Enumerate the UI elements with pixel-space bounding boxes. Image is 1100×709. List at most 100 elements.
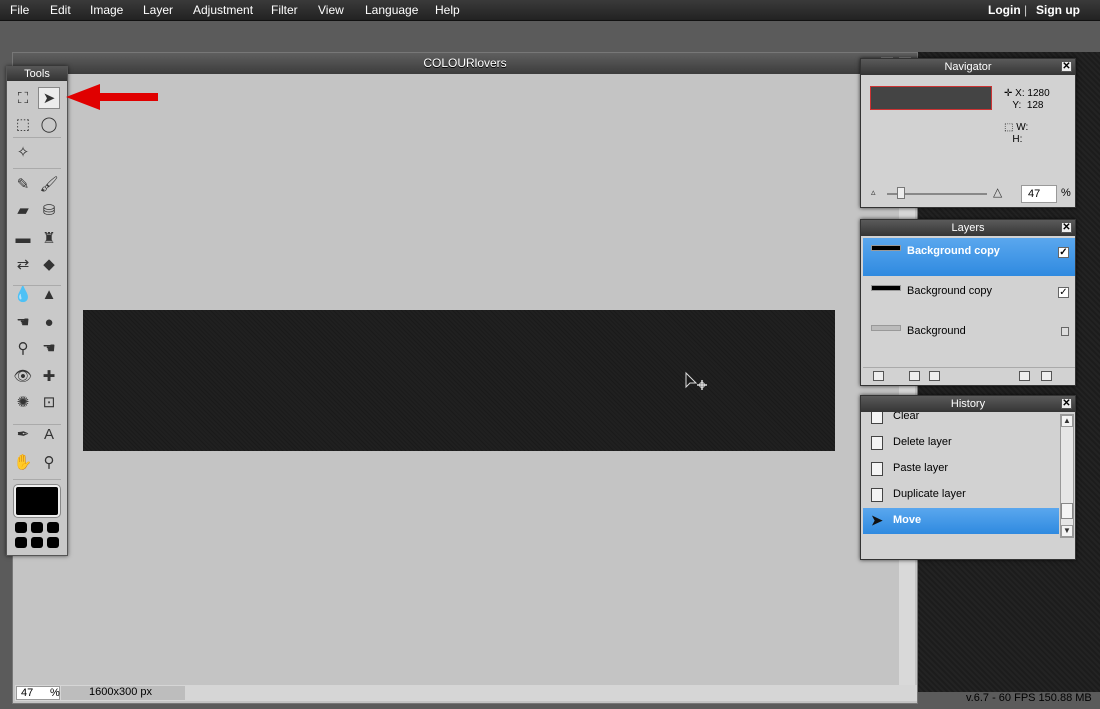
status-bar: 47 % 1600x300 px	[15, 685, 917, 701]
tool-divider	[13, 479, 61, 480]
smudge-icon[interactable]: ☚	[12, 311, 34, 333]
type-icon[interactable]: A	[38, 423, 60, 445]
palette-dot[interactable]	[31, 537, 43, 548]
palette-dot[interactable]	[47, 537, 59, 548]
clone-stamp-icon[interactable]: ♜	[38, 227, 60, 249]
login-link[interactable]: Login	[988, 3, 1021, 17]
history-item[interactable]: Paste layer	[863, 456, 1059, 482]
layer-thumbnail	[871, 285, 901, 291]
x-label: X:	[1015, 88, 1025, 99]
bloat-icon[interactable]: ✺	[12, 391, 34, 413]
zoom-input[interactable]: 47 %	[16, 686, 60, 700]
history-title: History	[950, 398, 986, 410]
zoom-icon[interactable]: ⚲	[38, 451, 60, 473]
menu-edit[interactable]: Edit	[50, 3, 71, 17]
history-item-selected[interactable]: ➤ Move	[863, 508, 1059, 534]
burn-icon[interactable]: ⚲	[12, 337, 34, 359]
tool-divider	[13, 285, 61, 286]
menu-filter[interactable]: Filter	[271, 3, 298, 17]
layer-row[interactable]: Background copy ✓	[863, 238, 1075, 276]
layer-name: Background	[907, 325, 966, 337]
canvas-area[interactable]	[15, 75, 901, 687]
image-content[interactable]	[83, 310, 835, 451]
layer-style-icon[interactable]	[929, 371, 940, 381]
signup-link[interactable]: Sign up	[1036, 3, 1080, 17]
move-cursor-icon	[685, 371, 707, 390]
layer-thumbnail	[871, 325, 901, 331]
layer-settings-icon[interactable]	[873, 371, 884, 381]
history-titlebar[interactable]: History ✕	[861, 396, 1075, 412]
history-scrollbar[interactable]: ▲ ▼	[1060, 414, 1074, 538]
layer-row[interactable]: Background	[863, 318, 1075, 356]
history-item[interactable]: Delete layer	[863, 430, 1059, 456]
y-label: Y:	[1012, 100, 1022, 111]
marquee-icon[interactable]: ⬚	[12, 113, 34, 135]
palette-dot[interactable]	[15, 537, 27, 548]
menu-bar: File Edit Image Layer Adjustment Filter …	[0, 0, 1100, 21]
menu-image[interactable]: Image	[90, 3, 123, 17]
palette-dot[interactable]	[31, 522, 43, 533]
lasso-icon[interactable]: ◯	[38, 113, 60, 135]
layer-visibility-checkbox[interactable]: ✓	[1058, 287, 1069, 298]
crop-icon[interactable]: ⛶	[12, 87, 34, 109]
sponge-icon[interactable]: ●	[38, 311, 60, 333]
palette-dot[interactable]	[15, 522, 27, 533]
document-titlebar[interactable]: COLOURlovers	[13, 53, 917, 74]
blur-icon[interactable]: 💧	[12, 283, 34, 305]
palette-dot[interactable]	[47, 522, 59, 533]
layer-name: Background copy	[907, 285, 992, 297]
version-status: v.6.7 - 60 FPS 150.88 MB	[966, 692, 1092, 704]
color-picker-icon[interactable]: ✒	[12, 423, 34, 445]
new-layer-icon[interactable]	[1019, 371, 1030, 381]
zoom-in-icon[interactable]: △	[993, 185, 1002, 199]
shape-icon[interactable]: ◆	[38, 253, 60, 275]
eraser-icon[interactable]: ▰	[12, 199, 34, 221]
layer-mask-icon[interactable]	[909, 371, 920, 381]
foreground-color-swatch[interactable]	[14, 485, 60, 517]
navigator-titlebar[interactable]: Navigator ✕	[861, 59, 1075, 75]
x-value: 1280	[1027, 88, 1050, 99]
sharpen-icon[interactable]: ▲	[38, 283, 60, 305]
paint-bucket-icon[interactable]: ⛁	[38, 199, 60, 221]
color-replace-icon[interactable]: ⇄	[12, 253, 34, 275]
red-eye-icon[interactable]: 👁	[12, 365, 34, 387]
history-item-label: Delete layer	[893, 436, 952, 448]
layers-close-icon[interactable]: ✕	[1061, 222, 1072, 233]
gradient-icon[interactable]: ▬	[12, 227, 34, 249]
w-label: W:	[1016, 122, 1029, 133]
history-scroll-thumb[interactable]	[1061, 503, 1073, 519]
menu-language[interactable]: Language	[365, 3, 418, 17]
layer-row[interactable]: Background copy ✓	[863, 278, 1075, 316]
scroll-up-icon[interactable]: ▲	[1061, 415, 1073, 427]
layer-thumbnail	[871, 245, 901, 251]
move-icon[interactable]: ➤	[38, 87, 60, 109]
layers-footer	[863, 367, 1075, 385]
navigator-zoom-input[interactable]: 47	[1021, 185, 1057, 203]
pencil-icon[interactable]: ✎	[12, 173, 34, 195]
menu-layer[interactable]: Layer	[143, 3, 173, 17]
layer-visibility-checkbox[interactable]: ✓	[1058, 247, 1069, 258]
spot-heal-icon[interactable]: ✚	[38, 365, 60, 387]
history-close-icon[interactable]: ✕	[1061, 398, 1072, 409]
hand-icon[interactable]: ✋	[12, 451, 34, 473]
history-item-label: Duplicate layer	[893, 488, 966, 500]
layers-panel: Layers ✕ Background copy ✓ Background co…	[860, 219, 1076, 386]
zoom-slider-thumb[interactable]	[897, 187, 905, 199]
history-item[interactable]: Clear	[863, 412, 1059, 430]
menu-adjustment[interactable]: Adjustment	[193, 3, 253, 17]
tools-title[interactable]: Tools	[7, 67, 67, 81]
history-item[interactable]: Duplicate layer	[863, 482, 1059, 508]
pinch-icon[interactable]: ⊡	[38, 391, 60, 413]
menu-view[interactable]: View	[318, 3, 344, 17]
brush-icon[interactable]: 🖌	[38, 173, 60, 195]
navigator-close-icon[interactable]: ✕	[1061, 61, 1072, 72]
delete-layer-icon[interactable]	[1041, 371, 1052, 381]
dodge-icon[interactable]: ☚	[38, 337, 60, 359]
layers-titlebar[interactable]: Layers ✕	[861, 220, 1075, 236]
menu-help[interactable]: Help	[435, 3, 460, 17]
scroll-down-icon[interactable]: ▼	[1061, 525, 1073, 537]
zoom-out-icon[interactable]: ▵	[871, 187, 876, 198]
magic-wand-icon[interactable]: ✧	[12, 141, 34, 163]
navigator-preview[interactable]	[870, 86, 992, 110]
menu-file[interactable]: File	[10, 3, 29, 17]
